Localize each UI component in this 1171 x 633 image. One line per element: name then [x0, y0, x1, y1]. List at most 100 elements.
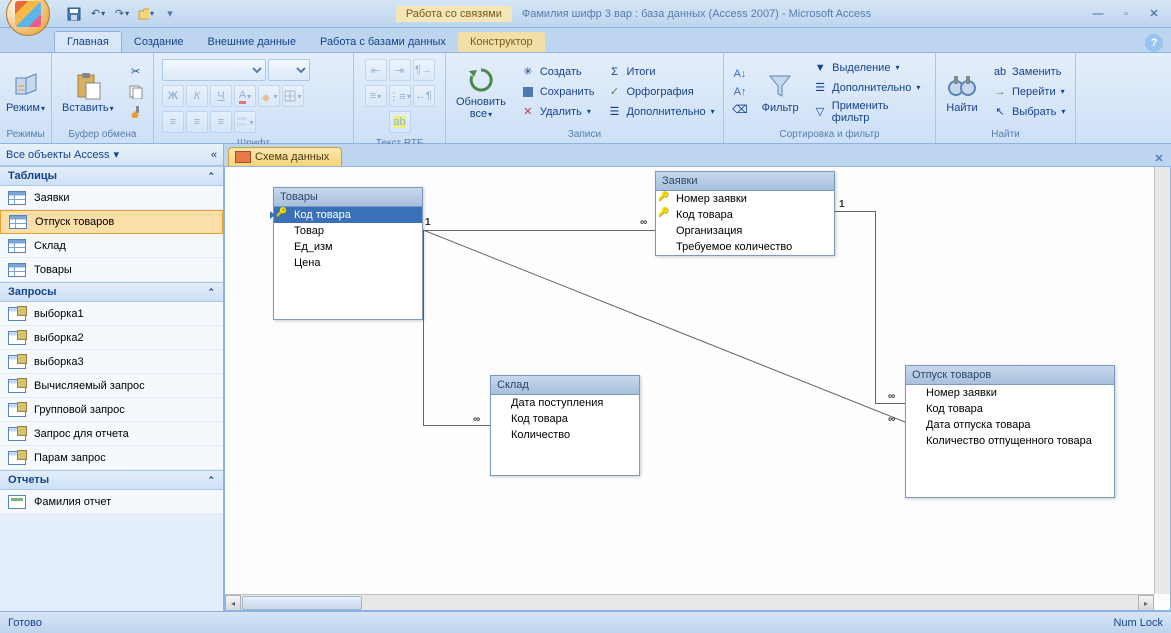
nav-group-header[interactable]: Отчеты⌃	[0, 470, 223, 490]
diagram-table-header[interactable]: Заявки	[656, 172, 834, 191]
diagram-table-header[interactable]: Отпуск товаров	[906, 366, 1114, 385]
nav-item[interactable]: Товары	[0, 258, 223, 282]
diagram-field[interactable]: Дата поступления	[491, 395, 639, 411]
diagram-table[interactable]: ТоварыКод товараТоварЕд_измЦена	[273, 187, 423, 320]
diagram-field[interactable]: Код товара	[491, 411, 639, 427]
goto-button[interactable]: →Перейти	[988, 83, 1069, 101]
diagram-table[interactable]: Отпуск товаровНомер заявкиКод товараДата…	[905, 365, 1115, 498]
vertical-scrollbar[interactable]	[1154, 167, 1170, 594]
bold-button[interactable]: Ж	[162, 85, 184, 107]
gridlines-button[interactable]	[282, 85, 304, 107]
scroll-left-button[interactable]: ◂	[225, 595, 241, 611]
spelling-button[interactable]: ✓Орфография	[602, 83, 718, 101]
decrease-indent-button[interactable]: ⇤	[365, 59, 387, 81]
diagram-field[interactable]: Требуемое количество	[656, 239, 834, 255]
nav-item[interactable]: Групповой запрос	[0, 398, 223, 422]
view-button[interactable]: Режим	[4, 68, 47, 116]
font-name-select[interactable]	[162, 59, 266, 81]
nav-item[interactable]: Заявки	[0, 186, 223, 210]
ltr-button[interactable]: ¶→	[413, 59, 435, 81]
diagram-field[interactable]: Дата отпуска товара	[906, 417, 1114, 433]
refresh-all-button[interactable]: Обновить все	[450, 62, 512, 122]
diagram-table[interactable]: СкладДата поступленияКод товараКоличеств…	[490, 375, 640, 476]
diagram-field[interactable]: Код товара	[274, 207, 422, 223]
nav-pane-header[interactable]: Все объекты Access ▾ «	[0, 144, 223, 166]
nav-item[interactable]: Склад	[0, 234, 223, 258]
font-color-button[interactable]: А	[234, 85, 256, 107]
minimize-button[interactable]: —	[1089, 6, 1107, 22]
tab-create[interactable]: Создание	[122, 32, 196, 52]
help-icon[interactable]: ?	[1145, 34, 1163, 52]
diagram-field[interactable]: Ед_изм	[274, 239, 422, 255]
totals-button[interactable]: ΣИтоги	[602, 63, 718, 81]
highlight-button[interactable]: ab	[389, 111, 411, 133]
diagram-field[interactable]: Код товара	[656, 207, 834, 223]
nav-group-header[interactable]: Запросы⌃	[0, 282, 223, 302]
clear-sort-button[interactable]: ⌫	[728, 101, 752, 119]
diagram-field[interactable]: Количество отпущенного товара	[906, 433, 1114, 449]
diagram-table-header[interactable]: Склад	[491, 376, 639, 395]
sort-desc-button[interactable]: A↑	[728, 83, 752, 101]
diagram-table-header[interactable]: Товары	[274, 188, 422, 207]
nav-item[interactable]: выборка2	[0, 326, 223, 350]
diagram-field[interactable]: Код товара	[906, 401, 1114, 417]
diagram-field[interactable]: Номер заявки	[906, 385, 1114, 401]
diagram-table[interactable]: ЗаявкиНомер заявкиКод товараОрганизацияТ…	[655, 171, 835, 256]
doc-tab-relationships[interactable]: Схема данных	[228, 147, 342, 166]
close-document-icon[interactable]: ✕	[1151, 150, 1167, 166]
filter-button[interactable]: Фильтр	[756, 68, 804, 116]
save-icon[interactable]	[66, 6, 82, 22]
rtl-button[interactable]: ←¶	[413, 85, 435, 107]
diagram-field[interactable]: Цена	[274, 255, 422, 271]
paste-button[interactable]: Вставить	[56, 68, 120, 116]
format-painter-button[interactable]	[124, 103, 148, 121]
tab-database[interactable]: Работа с базами данных	[308, 32, 458, 52]
more-records-button[interactable]: ☰Дополнительно	[602, 103, 718, 121]
relationships-canvas[interactable]: 1 ∞ ∞ ∞ 1 ∞ ◂ ▸ ТоварыКод товараТоварЕд_…	[224, 166, 1171, 611]
close-button[interactable]: ✕	[1145, 6, 1163, 22]
scroll-right-button[interactable]: ▸	[1138, 595, 1154, 611]
selection-filter-button[interactable]: ▼Выделение	[808, 59, 931, 77]
undo-icon[interactable]: ↶	[90, 6, 106, 22]
font-size-select[interactable]	[268, 59, 310, 81]
select-button[interactable]: ↖Выбрать	[988, 103, 1069, 121]
find-button[interactable]: Найти	[940, 68, 984, 116]
redo-icon[interactable]: ↷	[114, 6, 130, 22]
open-folder-icon[interactable]	[138, 6, 154, 22]
horizontal-scrollbar[interactable]: ◂ ▸	[225, 594, 1154, 610]
diagram-field[interactable]: Номер заявки	[656, 191, 834, 207]
sort-asc-button[interactable]: A↓	[728, 65, 752, 83]
cut-button[interactable]: ✂	[124, 63, 148, 81]
tab-home[interactable]: Главная	[54, 31, 122, 52]
bullets-button[interactable]: ⋮≡	[389, 85, 411, 107]
nav-item[interactable]: Парам запрос	[0, 446, 223, 470]
diagram-field[interactable]: Количество	[491, 427, 639, 443]
advanced-filter-button[interactable]: ☰Дополнительно	[808, 79, 931, 97]
toggle-filter-button[interactable]: ▽Применить фильтр	[808, 99, 931, 125]
new-record-button[interactable]: ✳Создать	[516, 63, 599, 81]
replace-button[interactable]: abЗаменить	[988, 63, 1069, 81]
copy-button[interactable]	[124, 83, 148, 101]
nav-item[interactable]: Запрос для отчета	[0, 422, 223, 446]
save-record-button[interactable]: Сохранить	[516, 83, 599, 101]
numbering-button[interactable]: ≡	[365, 85, 387, 107]
increase-indent-button[interactable]: ⇥	[389, 59, 411, 81]
nav-item[interactable]: выборка3	[0, 350, 223, 374]
maximize-button[interactable]: ▫	[1117, 6, 1135, 22]
tab-external[interactable]: Внешние данные	[196, 32, 308, 52]
nav-group-header[interactable]: Таблицы⌃	[0, 166, 223, 186]
tab-design[interactable]: Конструктор	[458, 32, 545, 52]
nav-item[interactable]: выборка1	[0, 302, 223, 326]
qat-customize-icon[interactable]: ▾	[162, 6, 178, 22]
diagram-field[interactable]: Товар	[274, 223, 422, 239]
align-center-button[interactable]: ≡	[186, 111, 208, 133]
fill-color-button[interactable]	[258, 85, 280, 107]
alt-color-button[interactable]	[234, 111, 256, 133]
collapse-nav-icon[interactable]: «	[211, 149, 217, 161]
nav-item[interactable]: Фамилия отчет	[0, 490, 223, 514]
diagram-field[interactable]: Организация	[656, 223, 834, 239]
underline-button[interactable]: Ч	[210, 85, 232, 107]
align-right-button[interactable]: ≡	[210, 111, 232, 133]
italic-button[interactable]: К	[186, 85, 208, 107]
align-left-button[interactable]: ≡	[162, 111, 184, 133]
